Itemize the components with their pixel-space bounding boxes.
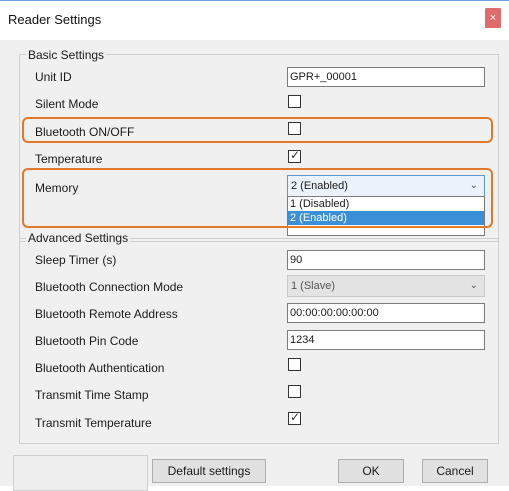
transmit-temperature-label: Transmit Temperature <box>35 416 152 430</box>
bt-connection-mode-value: 1 (Slave) <box>291 280 336 292</box>
temperature-label: Temperature <box>35 152 103 166</box>
check-icon: ✓ <box>290 148 301 162</box>
bt-authentication-label: Bluetooth Authentication <box>35 361 165 375</box>
dialog-body: Basic Settings Unit ID GPR+_00001 Silent… <box>0 40 509 491</box>
bt-remote-address-field[interactable]: 00:00:00:00:00:00 <box>287 303 485 323</box>
silent-mode-checkbox[interactable] <box>288 95 301 108</box>
bt-authentication-checkbox[interactable] <box>288 358 301 371</box>
reader-settings-window: Reader Settings × Basic Settings Unit ID… <box>0 0 509 491</box>
unit-id-field[interactable]: GPR+_00001 <box>287 67 485 87</box>
chevron-down-icon: ⌄ <box>469 280 478 291</box>
sleep-timer-field[interactable]: 90 <box>287 250 485 270</box>
temperature-checkbox[interactable]: ✓ <box>288 148 301 163</box>
bt-pin-code-label: Bluetooth Pin Code <box>35 334 139 348</box>
check-icon: ✓ <box>290 410 301 424</box>
transmit-temperature-checkbox[interactable]: ✓ <box>288 410 301 425</box>
cancel-button[interactable]: Cancel <box>422 459 488 483</box>
transmit-time-stamp-checkbox[interactable] <box>288 385 301 398</box>
title-bar: Reader Settings × <box>0 0 509 41</box>
close-icon: × <box>489 12 497 24</box>
sleep-timer-label: Sleep Timer (s) <box>35 253 117 267</box>
transmit-time-stamp-label: Transmit Time Stamp <box>35 388 149 402</box>
close-button[interactable]: × <box>485 8 501 28</box>
basic-settings-title: Basic Settings <box>26 48 107 62</box>
advanced-settings-title: Advanced Settings <box>26 231 131 245</box>
default-settings-button[interactable]: Default settings <box>152 459 266 483</box>
ok-button[interactable]: OK <box>338 459 404 483</box>
bt-connection-mode-combo[interactable]: 1 (Slave) ⌄ <box>287 275 485 297</box>
silent-mode-label: Silent Mode <box>35 97 99 111</box>
bt-pin-code-field[interactable]: 1234 <box>287 330 485 350</box>
bluetooth-onoff-highlight <box>22 117 493 143</box>
bt-connection-mode-label: Bluetooth Connection Mode <box>35 280 184 294</box>
unit-id-label: Unit ID <box>35 70 72 84</box>
window-title: Reader Settings <box>8 12 102 27</box>
memory-highlight <box>22 168 493 228</box>
bt-remote-address-label: Bluetooth Remote Address <box>35 307 178 321</box>
